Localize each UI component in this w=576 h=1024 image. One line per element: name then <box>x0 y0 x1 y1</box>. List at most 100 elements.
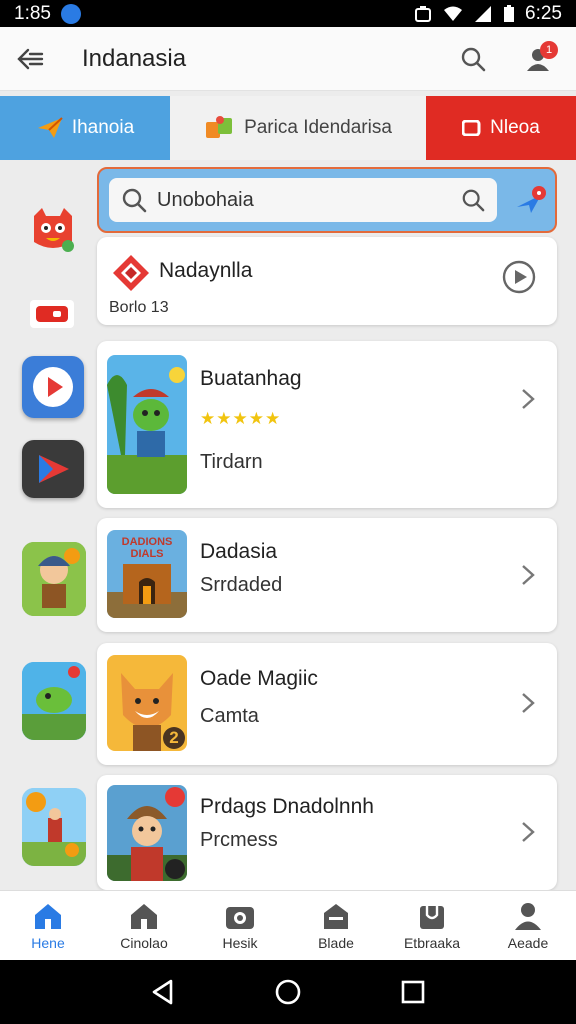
bottom-navigation: Hene Cinolao Hesik Blade Etbraaka Aeade <box>0 890 576 960</box>
monster-icon <box>34 208 74 252</box>
battery-icon <box>504 4 515 22</box>
rail-toggle-app-icon[interactable] <box>30 300 74 328</box>
thumbnail-title: DADIONS DIALS <box>121 536 173 560</box>
toggle-icon <box>36 306 68 322</box>
back-button[interactable] <box>0 27 60 91</box>
tab-ihanoia[interactable]: Ihanoia <box>0 96 170 160</box>
bag-icon <box>420 906 444 929</box>
dino-hero-icon <box>107 355 187 494</box>
card-subtitle: Tirdarn <box>200 451 263 473</box>
nav-label: Hesik <box>222 935 258 951</box>
app-bar: Indanasia 1 <box>0 27 576 91</box>
chevron-right-icon <box>522 565 535 585</box>
search-button[interactable] <box>455 41 491 77</box>
nav-cinolao[interactable]: Cinolao <box>96 891 192 961</box>
status-time: 6:25 <box>525 2 562 24</box>
puzzle-icon <box>206 116 233 138</box>
game-thumbnail: DADIONS DIALS <box>107 530 187 618</box>
tab-label: Nleoa <box>490 117 540 138</box>
diamond-logo-icon <box>113 255 149 291</box>
send-icon <box>517 186 546 213</box>
dino-icon <box>22 662 86 740</box>
nav-label: Cinolao <box>120 935 168 951</box>
list-item[interactable]: 2 Oade Magiic Camta <box>97 643 557 765</box>
search-icon <box>461 47 486 72</box>
tab-nleoa[interactable]: Nleoa <box>426 96 576 160</box>
list-item[interactable]: Prdags Dnadolnnh Prcmess <box>97 775 557 890</box>
level-badge: 2 <box>163 727 185 749</box>
card-title: Oade Magiic <box>200 667 318 690</box>
list-item[interactable]: DADIONS DIALS Dadasia Srrdaded <box>97 518 557 632</box>
tab-label: Parica Idendarisa <box>244 117 392 138</box>
list-item[interactable]: Buatanhag ★★★★★ Tirdarn <box>97 341 557 508</box>
shield-icon <box>60 3 81 24</box>
nav-label: Etbraaka <box>403 935 461 951</box>
nav-home[interactable]: Hene <box>0 891 96 961</box>
featured-title: Nadaynlla <box>159 259 253 282</box>
card-title: Prdags Dnadolnnh <box>200 795 374 818</box>
nav-label: Aeade <box>507 935 549 951</box>
tab-parica-idendarisa[interactable]: Parica Idendarisa <box>170 96 426 160</box>
nav-etbraaka[interactable]: Etbraaka <box>384 891 480 961</box>
rail-dino-app-icon[interactable] <box>22 662 86 740</box>
adventurer-icon <box>107 785 187 881</box>
chevron-right-icon <box>522 389 535 409</box>
wifi-icon <box>444 6 463 21</box>
game-thumbnail: 2 <box>107 655 187 751</box>
card-subtitle: Prcmess <box>200 829 278 851</box>
warrior-icon <box>22 542 86 616</box>
notification-badge: 1 <box>540 41 558 59</box>
rail-video-app-icon[interactable] <box>22 440 84 498</box>
rail-play-app-icon[interactable] <box>22 356 84 418</box>
search-container <box>97 167 557 233</box>
nav-blade[interactable]: Blade <box>288 891 384 961</box>
rail-monster-app-icon[interactable] <box>28 204 78 254</box>
tab-label: Ihanoia <box>71 117 135 138</box>
nav-aeade[interactable]: Aeade <box>480 891 576 961</box>
camera-icon <box>226 907 254 929</box>
chevron-right-icon <box>522 822 535 842</box>
game-thumbnail <box>107 355 187 494</box>
tab-bar: Ihanoia Parica Idendarisa Nleoa <box>0 96 576 160</box>
card-subtitle: Camta <box>200 705 259 727</box>
search-submit-icon[interactable] <box>461 188 485 212</box>
status-bar: 1:85 6:25 <box>0 0 576 27</box>
house-icon <box>131 904 157 929</box>
play-button-icon[interactable] <box>501 259 537 295</box>
nav-label: Hene <box>31 935 65 951</box>
search-icon <box>122 188 147 213</box>
rail-balloon-app-icon[interactable] <box>22 788 86 866</box>
play-triangle-icon <box>39 455 69 483</box>
home-circle-icon[interactable] <box>274 978 302 1006</box>
page-title: Indanasia <box>82 44 187 72</box>
card-subtitle: Srrdaded <box>200 574 283 596</box>
search-field[interactable] <box>109 178 497 222</box>
rating-stars: ★★★★★ <box>200 409 282 428</box>
search-input[interactable] <box>157 188 457 212</box>
back-triangle-icon[interactable] <box>149 978 177 1006</box>
rail-warrior-app-icon[interactable] <box>22 542 86 616</box>
nav-hesik[interactable]: Hesik <box>192 891 288 961</box>
home-icon <box>35 904 61 929</box>
card-title: Buatanhag <box>200 367 302 390</box>
play-circle-icon <box>33 367 73 407</box>
signal-icon <box>475 5 492 22</box>
paper-plane-icon <box>37 117 63 138</box>
system-navigation <box>0 960 576 1024</box>
alarm-icon <box>415 5 432 22</box>
card-title: Dadasia <box>200 540 278 563</box>
status-time-left: 1:85 <box>14 2 51 24</box>
person-icon <box>515 903 541 930</box>
featured-subtitle: Borlo 13 <box>109 299 169 316</box>
side-rail <box>0 160 100 890</box>
nav-label: Blade <box>318 935 354 951</box>
balloon-icon <box>22 788 86 866</box>
building-icon <box>324 904 348 929</box>
featured-card[interactable]: Nadaynlla Borlo 13 <box>97 237 557 325</box>
video-icon <box>462 120 481 136</box>
back-arrow-icon <box>17 48 44 69</box>
recents-square-icon[interactable] <box>399 978 427 1006</box>
game-thumbnail <box>107 785 187 881</box>
send-button[interactable] <box>513 183 549 219</box>
account-button[interactable]: 1 <box>518 39 558 79</box>
